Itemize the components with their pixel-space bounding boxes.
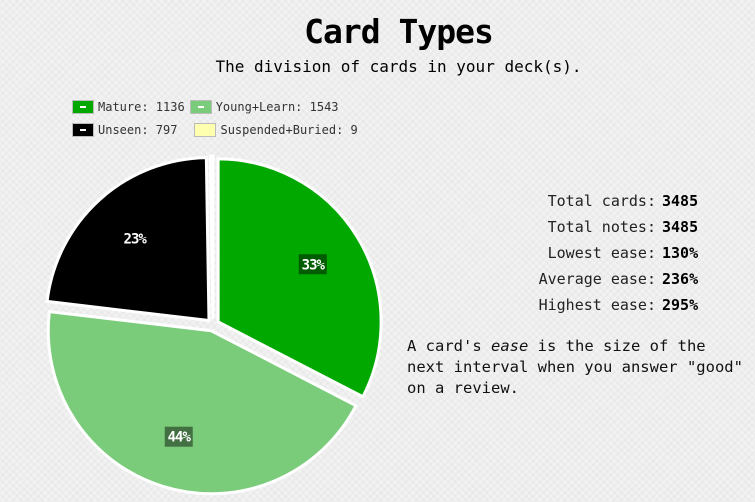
stat-average-ease: Average ease: 236% — [470, 266, 700, 292]
slice-label-mature: 33% — [302, 257, 326, 273]
stat-label: Lowest ease: — [547, 244, 656, 262]
note-prefix: A card's — [407, 337, 491, 355]
stat-value: 130% — [662, 244, 699, 262]
stat-value: 3485 — [662, 218, 699, 236]
stat-value: 295% — [662, 296, 699, 314]
note-emphasis: ease — [491, 337, 529, 355]
stat-label: Total notes: — [547, 218, 656, 236]
slice-label-young-learn: 44% — [168, 430, 192, 446]
slice-label-unseen: 23% — [124, 231, 148, 247]
stat-label: Average ease: — [538, 270, 656, 288]
stats-panel: Total cards: 3485 Total notes: 3485 Lowe… — [470, 188, 700, 318]
stat-highest-ease: Highest ease: 295% — [470, 292, 700, 318]
pie-slices — [45, 154, 383, 496]
ease-explanation: A card's ease is the size of the next in… — [407, 336, 747, 399]
stat-total-notes: Total notes: 3485 — [470, 214, 700, 240]
stat-total-cards: Total cards: 3485 — [470, 188, 700, 214]
stat-value: 236% — [662, 270, 699, 288]
stat-value: 3485 — [662, 192, 699, 210]
stat-lowest-ease: Lowest ease: 130% — [470, 240, 700, 266]
stat-label: Highest ease: — [538, 296, 656, 314]
stat-label: Total cards: — [547, 192, 656, 210]
pie-slice-suspended-buried[interactable] — [208, 154, 215, 320]
